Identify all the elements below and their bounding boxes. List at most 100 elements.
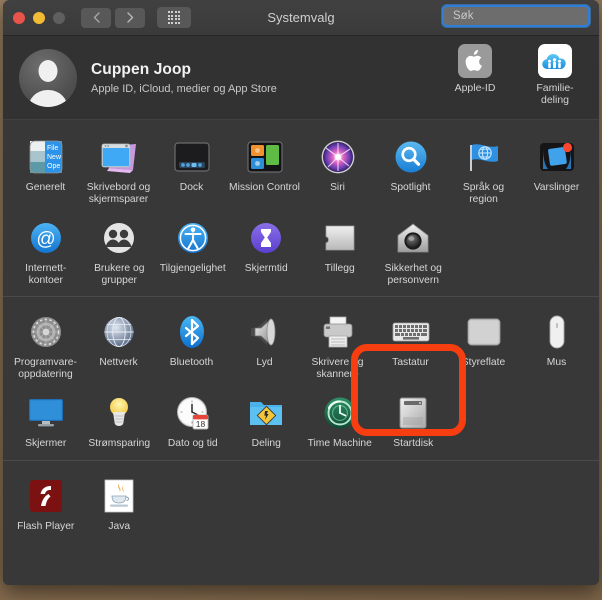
time-machine-icon (319, 392, 361, 434)
pref-label: Mus (546, 357, 567, 368)
apple-id-label: Apple-ID (454, 82, 496, 94)
close-button[interactable] (13, 11, 25, 24)
language-region-icon (463, 136, 505, 178)
pref-item-nettverk[interactable]: Nettverk (82, 305, 155, 386)
family-sharing-label: Familie- deling (525, 82, 585, 106)
pref-item-brukere-og-grupper[interactable]: Brukere og grupper (83, 211, 157, 292)
family-sharing-button[interactable]: Familie- deling (525, 44, 585, 106)
svg-text:New: New (47, 154, 62, 161)
pref-item-dock[interactable]: Dock (155, 130, 228, 211)
java-icon (98, 475, 140, 517)
pref-item-skjermer[interactable]: Skjermer (9, 386, 83, 456)
grid-section-third-party: Flash Player Java (3, 463, 599, 541)
pref-item-lyd[interactable]: Lyd (228, 305, 301, 386)
grid-row: Programvare-oppdatering Nettverk Bluetoo… (3, 305, 599, 386)
pref-label: Time Machine (307, 438, 372, 449)
pref-label: Bluetooth (169, 357, 214, 368)
pref-item-skjermtid[interactable]: Skjermtid (230, 211, 304, 292)
apple-logo-tile (458, 44, 492, 78)
family-sharing-tile (538, 44, 572, 78)
pref-item-siri[interactable]: Siri (301, 130, 374, 211)
pref-item-styreflate[interactable]: Styreflate (447, 305, 520, 386)
pref-label: Internett-kontoer (25, 263, 67, 286)
apple-id-button[interactable]: Apple-ID (445, 44, 505, 106)
pref-label: Deling (251, 438, 281, 449)
forward-button[interactable] (115, 7, 145, 28)
printers-scanners-icon (317, 311, 359, 353)
account-subtitle: Apple ID, iCloud, medier og App Store (91, 82, 277, 95)
desktop-background: Systemvalg Cuppen Joop Apple ID, iCloud,… (0, 0, 602, 600)
pref-label: Generelt (25, 182, 66, 193)
svg-text:File: File (47, 145, 58, 152)
pref-item-sikkerhet-og-personvern[interactable]: Sikkerhet og personvern (377, 211, 451, 292)
startup-disk-icon (392, 392, 434, 434)
trackpad-icon (463, 311, 505, 353)
sound-icon (244, 311, 286, 353)
pref-label: Språk og region (462, 182, 505, 205)
apple-id-account-bar[interactable]: Cuppen Joop Apple ID, iCloud, medier og … (3, 36, 599, 120)
dock-icon (171, 136, 213, 178)
software-update-icon (25, 311, 67, 353)
pref-item-skrivebord-og-skjermsparer[interactable]: Skrivebord og skjermsparer (82, 130, 155, 211)
pref-item-sprak-og-region[interactable]: Språk og region (447, 130, 520, 211)
pref-label: Styreflate (461, 357, 506, 368)
pref-item-programvareoppdatering[interactable]: Programvare-oppdatering (9, 305, 82, 386)
show-all-button[interactable] (157, 7, 191, 28)
svg-text:@: @ (36, 229, 55, 250)
keyboard-icon (390, 311, 432, 353)
pref-label: Programvare-oppdatering (14, 357, 77, 380)
back-button[interactable] (81, 7, 111, 28)
search-input[interactable] (453, 10, 599, 22)
pref-item-internett-kontoer[interactable]: @ Internett-kontoer (9, 211, 83, 292)
pref-item-tastatur[interactable]: Tastatur (374, 305, 447, 386)
avatar-head (38, 59, 58, 82)
pref-item-java[interactable]: Java (83, 469, 157, 539)
account-name: Cuppen Joop (91, 60, 192, 78)
system-preferences-window: Systemvalg Cuppen Joop Apple ID, iCloud,… (3, 0, 599, 585)
family-sharing-icon (542, 54, 566, 69)
pref-label: Dock (179, 182, 204, 193)
pref-label: Java (108, 520, 131, 532)
pref-item-bluetooth[interactable]: Bluetooth (155, 305, 228, 386)
pref-label: Strømsparing (88, 438, 151, 449)
pref-item-mus[interactable]: Mus (520, 305, 593, 386)
pref-item-mission-control[interactable]: Mission Control (228, 130, 301, 211)
pref-item-tillegg[interactable]: Tillegg (303, 211, 377, 292)
mouse-icon (536, 311, 578, 353)
pref-label: Tilgjengelighet (159, 263, 226, 274)
pref-item-tilgjengelighet[interactable]: Tilgjengelighet (156, 211, 230, 292)
date-time-icon: 18 (172, 392, 214, 434)
pref-item-varslinger[interactable]: Varslinger (520, 130, 593, 211)
pref-item-skrivere-og-skannere[interactable]: Skrivere og skannere (301, 305, 374, 386)
traffic-lights (13, 11, 65, 24)
extensions-icon (319, 217, 361, 259)
pref-item-generelt[interactable]: File New Ope Generelt (9, 130, 82, 211)
pref-label: Skrivebord og skjermsparer (86, 182, 151, 205)
svg-text:18: 18 (196, 419, 206, 429)
pref-item-deling[interactable]: Deling (230, 386, 304, 456)
apple-logo-icon (465, 49, 482, 71)
search-field[interactable] (442, 5, 599, 27)
grid-icon (167, 11, 181, 24)
pref-label: Startdisk (393, 438, 434, 449)
pref-label: Skjermer (25, 438, 67, 449)
pref-label: Skjermtid (244, 263, 288, 274)
energy-saver-icon (98, 392, 140, 434)
grid-row: File New Ope Generelt Skrivebord og skje… (3, 130, 599, 211)
minimize-button[interactable] (33, 11, 45, 24)
pref-item-dato-og-tid[interactable]: 18 Dato og tid (156, 386, 230, 456)
siri-icon (317, 136, 359, 178)
section-divider (3, 296, 599, 297)
pref-item-time-machine[interactable]: Time Machine (303, 386, 377, 456)
pref-label: Siri (330, 182, 345, 193)
pref-item-flash-player[interactable]: Flash Player (9, 469, 83, 539)
accessibility-icon (172, 217, 214, 259)
users-groups-icon (98, 217, 140, 259)
section-divider (3, 459, 599, 461)
pref-item-spotlight[interactable]: Spotlight (374, 130, 447, 211)
account-quick-buttons: Apple-ID Familie- deling (445, 44, 585, 106)
window-titlebar: Systemvalg (3, 0, 599, 36)
pref-item-stromsparing[interactable]: Strømsparing (83, 386, 157, 456)
pref-item-startdisk[interactable]: Startdisk (377, 386, 451, 456)
pref-label: Skrivere og skannere (311, 357, 364, 380)
